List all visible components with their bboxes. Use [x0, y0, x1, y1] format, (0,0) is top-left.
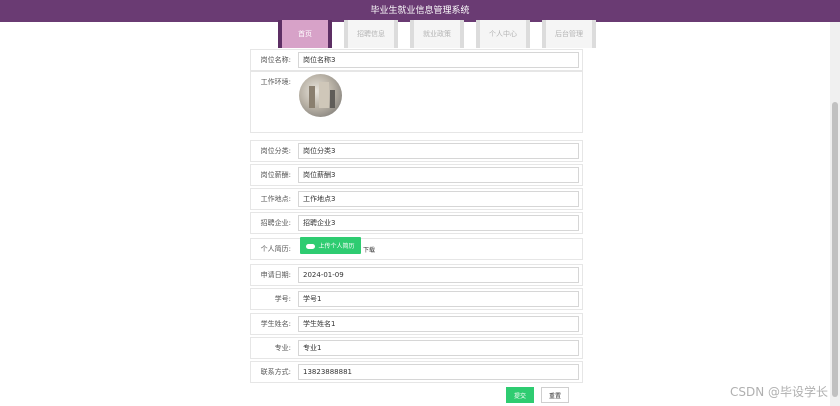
apply-date-label: 申请日期:: [260, 271, 291, 279]
work-env-image: [299, 74, 342, 117]
job-name-label: 岗位名称:: [260, 56, 291, 64]
row-student-id: 学号: 学号1: [250, 288, 583, 310]
submit-button[interactable]: 提交: [506, 387, 534, 403]
work-location-field[interactable]: 工作地点3: [298, 191, 579, 207]
student-id-label: 学号:: [274, 295, 291, 303]
tab-recruitment[interactable]: 招聘信息: [344, 20, 398, 48]
vertical-scrollbar[interactable]: [830, 22, 840, 406]
download-link[interactable]: 下载: [363, 245, 375, 254]
tab-employment-policy[interactable]: 就业政策: [410, 20, 464, 48]
company-field[interactable]: 招聘企业3: [298, 215, 579, 231]
cloud-upload-icon: [306, 243, 316, 249]
row-job-category: 岗位分类: 岗位分类3: [250, 140, 583, 162]
tab-label: 个人中心: [489, 30, 517, 38]
top-bar: 毕业生就业信息管理系统: [0, 0, 840, 22]
contact-field[interactable]: 13823888881: [298, 364, 579, 380]
row-contact: 联系方式: 13823888881: [250, 361, 583, 383]
student-name-label: 学生姓名:: [260, 320, 291, 328]
main-nav: 首页 招聘信息 就业政策 个人中心 后台管理: [278, 20, 608, 48]
upload-resume-label: 上传个人简历: [318, 243, 355, 250]
major-label: 专业:: [274, 344, 291, 352]
reset-button[interactable]: 重置: [541, 387, 569, 403]
watermark: CSDN @毕设学长: [729, 385, 828, 399]
tab-admin[interactable]: 后台管理: [542, 20, 596, 48]
contact-label: 联系方式:: [260, 368, 291, 376]
tab-home[interactable]: 首页: [278, 20, 332, 48]
apply-date-field[interactable]: 2024-01-09: [298, 267, 579, 283]
row-work-env: 工作环境:: [250, 71, 583, 133]
row-apply-date: 申请日期: 2024-01-09: [250, 264, 583, 286]
row-student-name: 学生姓名: 学生姓名1: [250, 313, 583, 335]
tab-label: 就业政策: [423, 30, 451, 38]
job-name-field[interactable]: 岗位名称3: [298, 52, 579, 68]
tab-label: 招聘信息: [357, 30, 385, 38]
upload-resume-button[interactable]: 上传个人简历: [300, 237, 361, 254]
row-company: 招聘企业: 招聘企业3: [250, 212, 583, 234]
resume-label: 个人简历:: [260, 245, 291, 253]
row-major: 专业: 专业1: [250, 337, 583, 359]
company-label: 招聘企业:: [260, 219, 291, 227]
tab-label: 首页: [298, 30, 312, 38]
major-field[interactable]: 专业1: [298, 340, 579, 356]
student-id-field[interactable]: 学号1: [298, 291, 579, 307]
student-name-field[interactable]: 学生姓名1: [298, 316, 579, 332]
scroll-thumb[interactable]: [832, 102, 838, 397]
job-category-label: 岗位分类:: [260, 147, 291, 155]
work-env-label: 工作环境:: [260, 78, 291, 86]
row-job-name: 岗位名称: 岗位名称3: [250, 49, 583, 71]
job-category-field[interactable]: 岗位分类3: [298, 143, 579, 159]
work-location-label: 工作地点:: [260, 195, 291, 203]
app-title: 毕业生就业信息管理系统: [370, 6, 470, 16]
job-salary-label: 岗位薪酬:: [260, 171, 291, 179]
row-work-location: 工作地点: 工作地点3: [250, 188, 583, 210]
row-job-salary: 岗位薪酬: 岗位薪酬3: [250, 164, 583, 186]
job-salary-field[interactable]: 岗位薪酬3: [298, 167, 579, 183]
tab-label: 后台管理: [555, 30, 583, 38]
tab-personal-center[interactable]: 个人中心: [476, 20, 530, 48]
row-resume: 个人简历: 上传个人简历 下载: [250, 237, 583, 260]
